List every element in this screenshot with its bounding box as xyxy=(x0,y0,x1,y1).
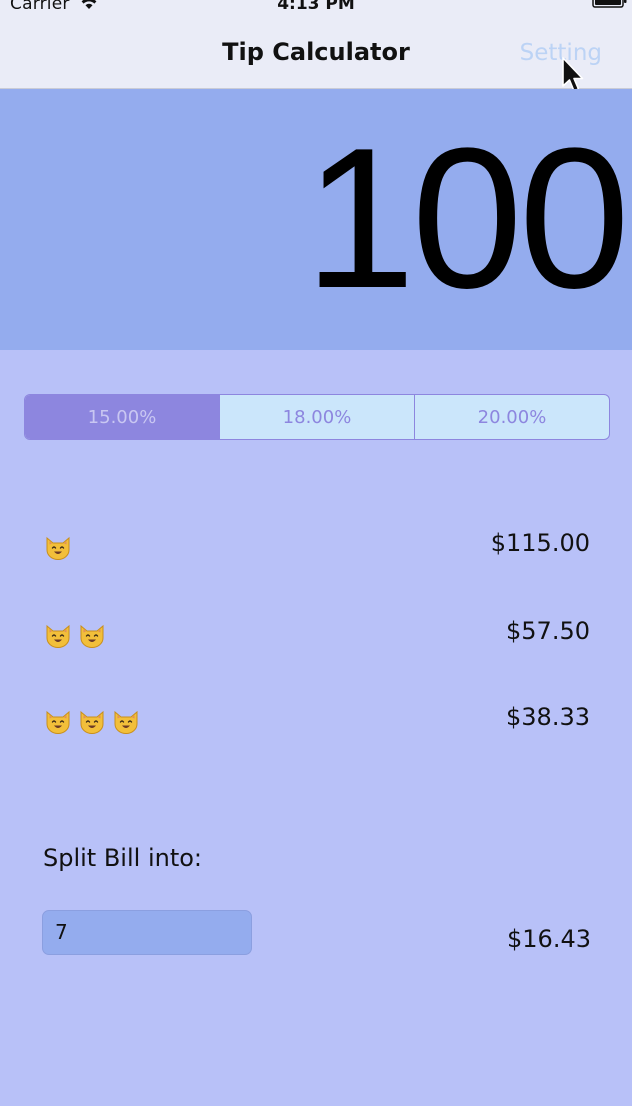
people-icons xyxy=(44,621,106,649)
result-value: $57.50 xyxy=(506,617,590,645)
tip-percentage-selector: 15.00% 18.00% 20.00% xyxy=(24,394,610,440)
cat-face-icon xyxy=(46,710,70,734)
tip-calculator-screen: Carrier 4:13 PM Tip Calculator Setting 1… xyxy=(0,0,632,1106)
split-count-input[interactable]: 7 xyxy=(42,910,252,955)
result-row-1-person: $115.00 xyxy=(44,525,590,565)
result-value: $115.00 xyxy=(490,529,590,557)
bill-amount-field[interactable]: 100 xyxy=(304,119,630,319)
tip-option-15[interactable]: 15.00% xyxy=(25,395,219,439)
navigation-bar: Carrier 4:13 PM Tip Calculator Setting xyxy=(0,0,632,92)
bill-amount-area[interactable]: 100 xyxy=(0,89,632,350)
cat-face-icon xyxy=(46,624,70,648)
tip-option-20[interactable]: 20.00% xyxy=(414,395,609,439)
battery-icon xyxy=(592,0,627,8)
people-icons xyxy=(44,533,72,561)
split-per-person-value: $16.43 xyxy=(507,925,591,953)
split-bill-label: Split Bill into: xyxy=(43,844,202,872)
result-row-3-people: $38.33 xyxy=(44,699,590,739)
result-row-2-people: $57.50 xyxy=(44,613,590,653)
cat-face-icon xyxy=(80,710,104,734)
people-icons xyxy=(44,707,140,735)
tip-option-18[interactable]: 18.00% xyxy=(219,395,414,439)
status-time: 4:13 PM xyxy=(277,0,355,14)
cat-face-icon xyxy=(114,710,138,734)
cat-face-icon xyxy=(80,624,104,648)
result-value: $38.33 xyxy=(506,703,590,731)
cat-face-icon xyxy=(46,536,70,560)
